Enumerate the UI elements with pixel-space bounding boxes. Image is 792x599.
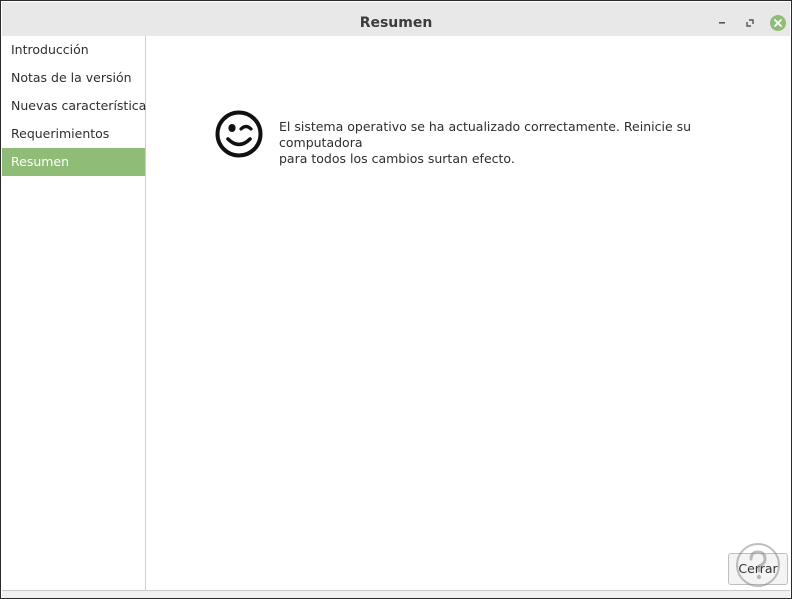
close-button[interactable]: Cerrar [728,553,788,585]
window-title: Resumen [359,15,433,31]
title-bar[interactable]: Resumen [2,2,790,36]
sidebar-item-resumen[interactable]: Resumen [2,148,145,176]
main-content: El sistema operativo se ha actualizado c… [146,36,791,590]
sidebar-item-requerimientos[interactable]: Requerimientos [2,120,145,148]
smiley-wink-icon [214,109,264,159]
minimize-icon [719,22,725,24]
update-window: Resumen Introducción Notas de la versión… [0,0,792,599]
minimize-button[interactable] [713,14,731,32]
sidebar: Introducción Notas de la versión Nuevas … [2,36,153,590]
close-icon [770,15,786,31]
status-message-line2: para todos los cambios surtan efecto. [279,151,515,166]
maximize-button[interactable] [741,14,759,32]
sidebar-item-introduccion[interactable]: Introducción [2,36,145,64]
status-message-line1: El sistema operativo se ha actualizado c… [279,119,692,150]
bottom-border [2,590,790,598]
status-message: El sistema operativo se ha actualizado c… [279,119,749,167]
close-window-button[interactable] [768,13,788,33]
maximize-icon [746,19,754,27]
sidebar-item-notas-version[interactable]: Notas de la versión [2,64,145,92]
sidebar-item-nuevas-caracteristicas[interactable]: Nuevas características [2,92,153,120]
